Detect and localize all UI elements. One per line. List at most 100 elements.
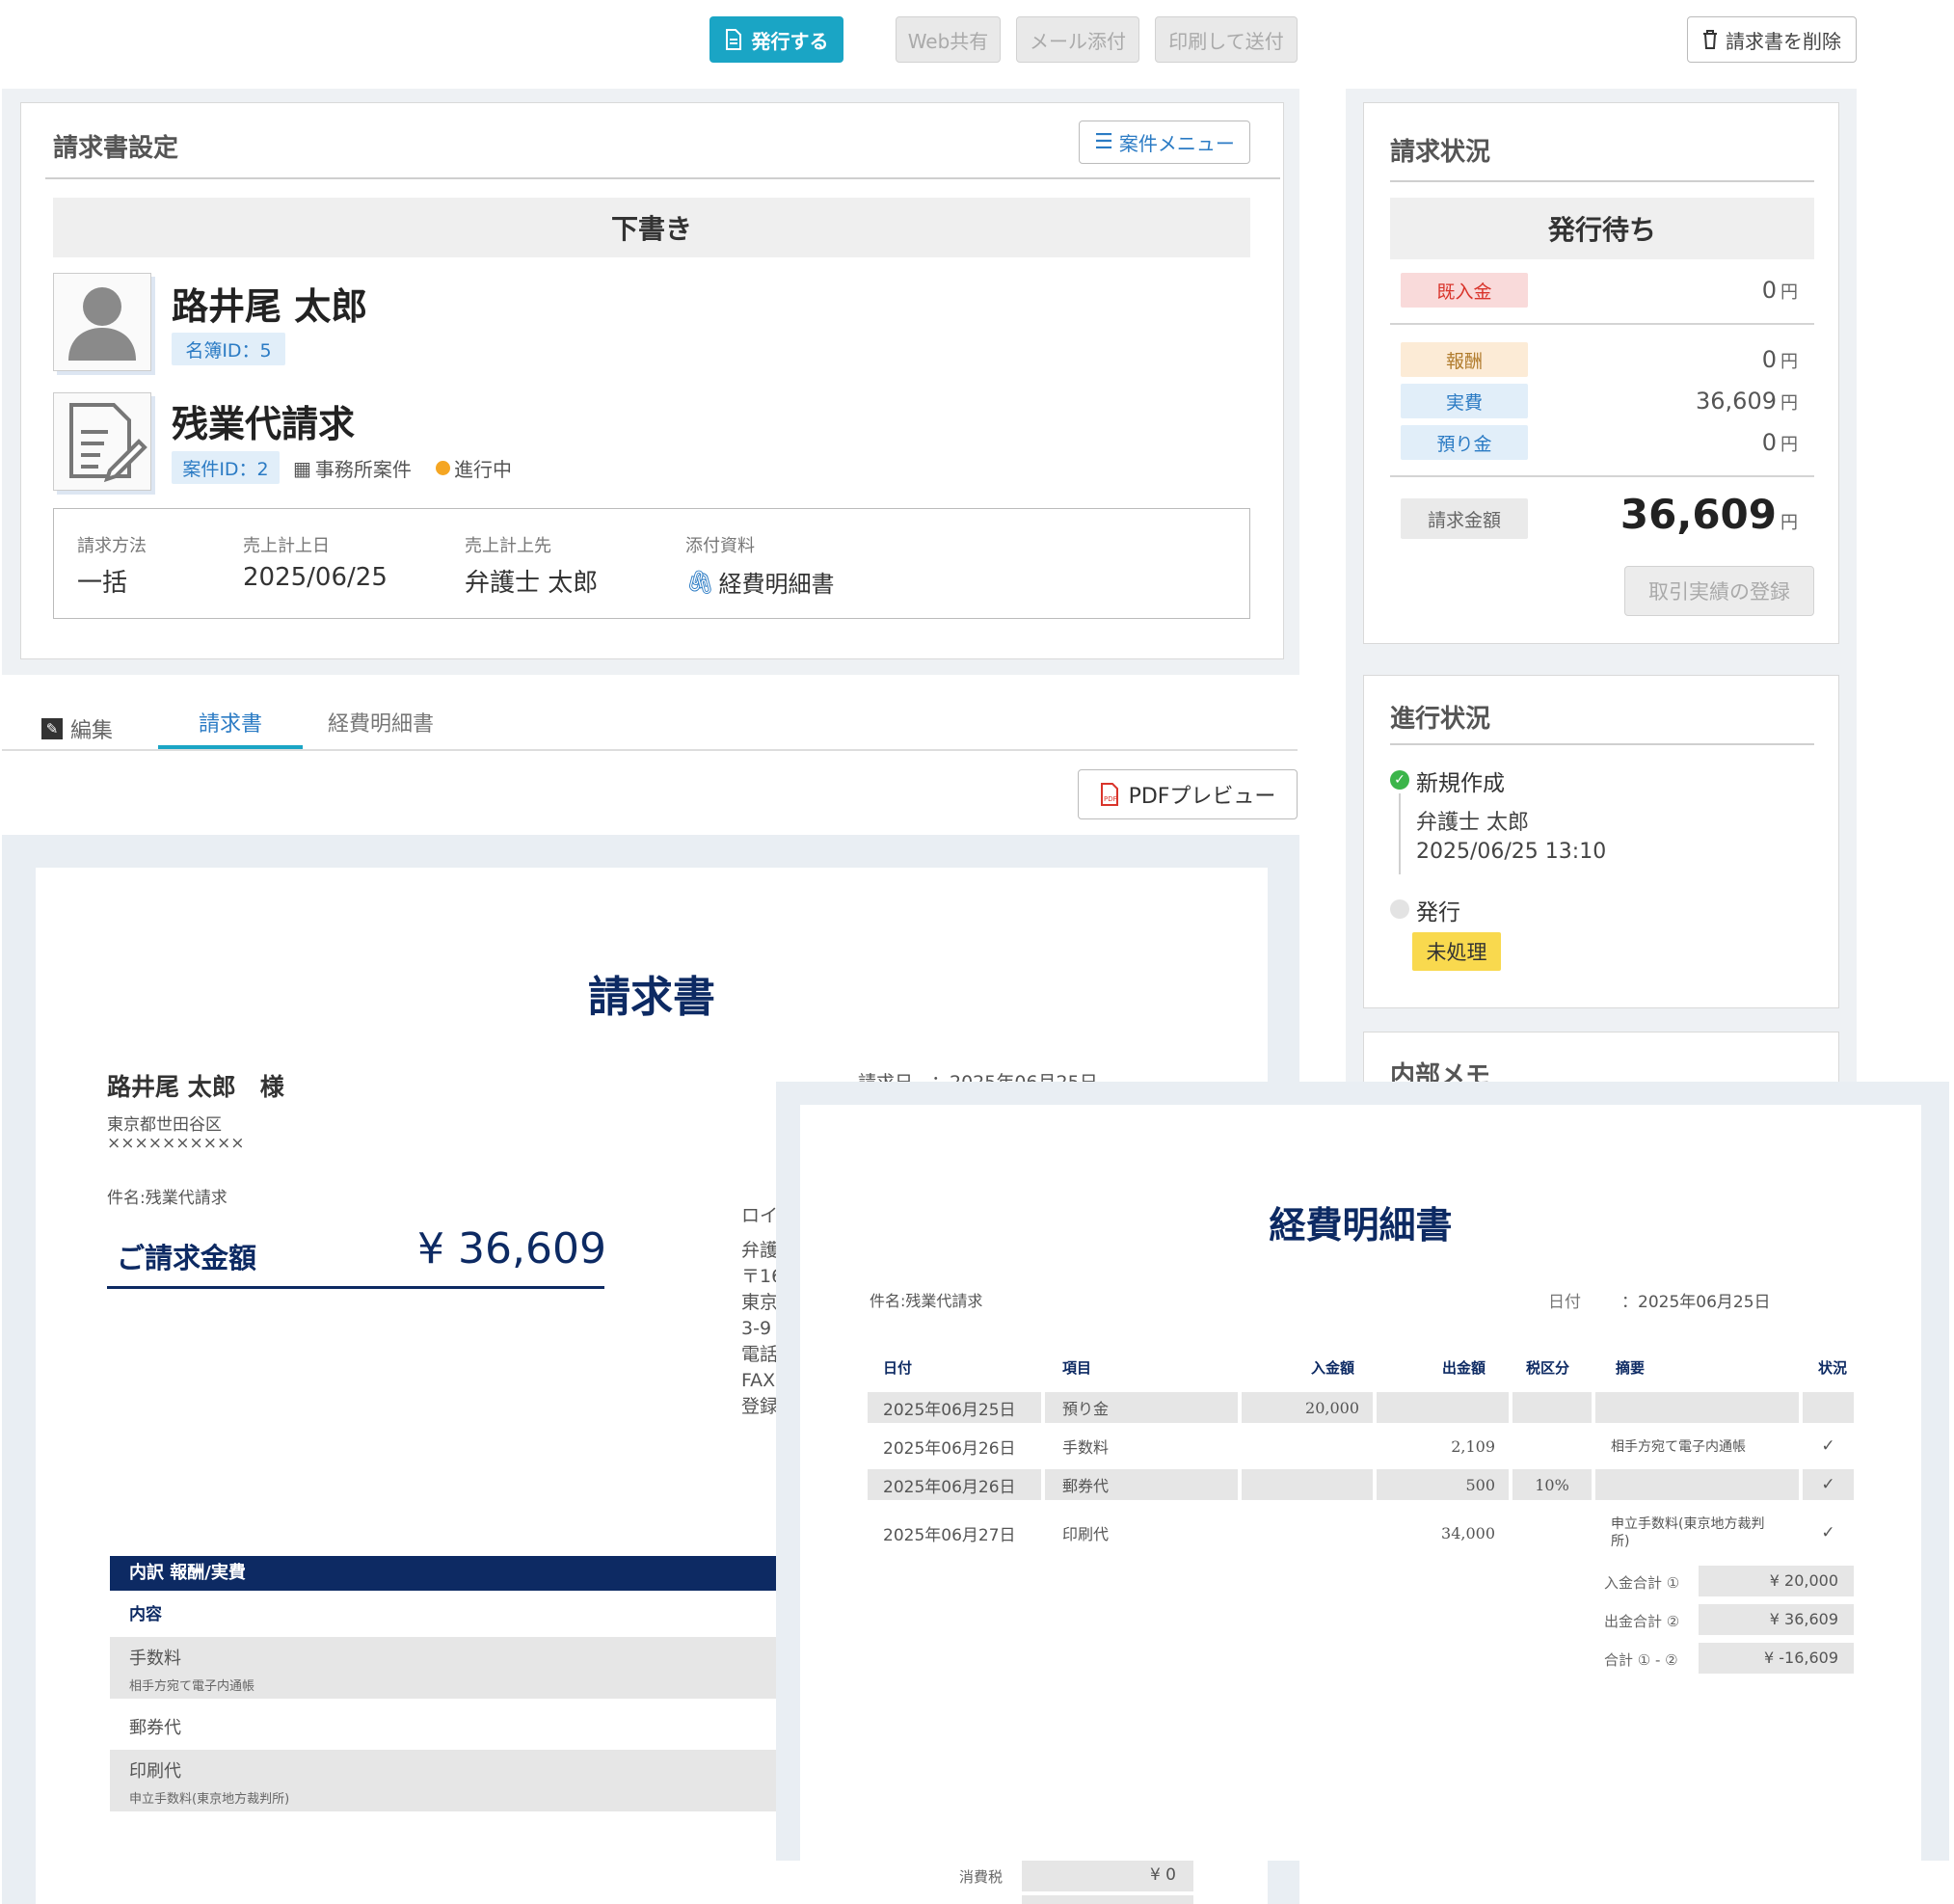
invoice-amount: ¥ 36,609 — [417, 1224, 606, 1274]
document-icon — [725, 29, 741, 50]
tab-invoice[interactable]: 請求書 — [158, 709, 303, 749]
progress-divider — [1390, 743, 1814, 745]
pdf-preview-button[interactable]: PDF PDFプレビュー — [1078, 769, 1298, 819]
total-divider — [1390, 475, 1814, 477]
row-note: 相手方宛て電子内通帳 — [1611, 1439, 1746, 1455]
step-issue-label: 発行 — [1416, 900, 1460, 925]
issue-button[interactable]: 発行する — [709, 16, 843, 63]
row-in-empty — [1242, 1469, 1373, 1500]
tab-edit[interactable]: ✎ 編集 — [41, 709, 113, 749]
tax-label: 消費税 — [959, 1868, 1004, 1886]
tab-edit-label: 編集 — [70, 719, 114, 743]
total-in-value: ¥ 20,000 — [1699, 1566, 1854, 1596]
expense-table-header: 日付 項目 入金額 出金額 税区分 摘要 状況 — [868, 1357, 1854, 1382]
step-created-at: 2025/06/25 13:10 — [1416, 840, 1607, 864]
field-billing-method: 請求方法 一括 — [77, 532, 147, 599]
fee-value: 0 — [1761, 346, 1777, 373]
tab-expense[interactable]: 経費明細書 — [328, 709, 434, 749]
document-edit-icon — [69, 403, 147, 483]
yen-unit: 円 — [1780, 435, 1798, 455]
case-menu-button[interactable]: ☰ 案件メニュー — [1079, 121, 1250, 164]
invoice-title: 請求書 — [588, 973, 715, 1022]
billing-status-card: 請求状況 発行待ち 既入金 0円 報酬 0円 実費 36,609 円 預り金 0円… — [1363, 102, 1839, 644]
total-value: 36,609 — [1619, 491, 1777, 538]
row-date: 2025年06月27日 — [883, 1525, 1016, 1545]
mail-attach-label: メール添付 — [1030, 29, 1126, 53]
pdf-icon: PDF — [1100, 783, 1118, 806]
header-date: 日付 — [883, 1359, 913, 1377]
client-id-tag: 名簿ID：5 — [172, 333, 285, 365]
deposit-value: 0 — [1761, 429, 1777, 456]
row-in: 20,000 — [1242, 1392, 1373, 1423]
billing-state: 発行待ち — [1547, 214, 1656, 246]
received-amount: 0円 — [1762, 277, 1798, 304]
attachment-label: 経費明細書 — [718, 571, 835, 598]
settings-card: 請求書設定 ☰ 案件メニュー 下書き 路井尾 太郎 名簿ID：5 残業代請求 案… — [20, 102, 1284, 659]
row-status: ✓ — [1821, 1436, 1835, 1456]
row-item: 預り金 — [1045, 1392, 1238, 1423]
total-badge: 請求金額 — [1401, 498, 1528, 539]
delete-invoice-button[interactable]: 請求書を削除 — [1687, 16, 1857, 63]
progress-line — [1399, 793, 1401, 874]
field-value: 弁護士 太郎 — [465, 569, 599, 598]
row-note-empty — [1595, 1392, 1799, 1423]
case-type: ▦ 事務所案件 — [293, 454, 412, 482]
yen-unit: 円 — [1780, 282, 1798, 303]
mail-attach-button[interactable]: メール添付 — [1016, 16, 1139, 63]
draft-status: 下書き — [610, 213, 692, 245]
yen-unit: 円 — [1780, 352, 1798, 372]
row-out: 34,000 — [1441, 1523, 1495, 1542]
tax-row-next — [1022, 1895, 1193, 1904]
attachment-link[interactable]: 🖇 経費明細書 — [685, 565, 834, 599]
print-send-button[interactable]: 印刷して送付 — [1155, 16, 1298, 63]
field-sales-date: 売上計上日 2025/06/25 — [243, 532, 388, 592]
row-note-empty — [1595, 1469, 1799, 1500]
expense-subject: 件名:残業代請求 — [870, 1292, 983, 1310]
field-label: 請求方法 — [77, 536, 147, 556]
person-icon — [68, 287, 136, 361]
web-share-button[interactable]: Web共有 — [896, 16, 1001, 63]
header-out: 出金額 — [1442, 1359, 1486, 1377]
field-value: 一括 — [77, 569, 128, 598]
expense-amount: 36,609 円 — [1696, 388, 1798, 415]
progress-title: 進行状況 — [1390, 705, 1491, 734]
settings-title: 請求書設定 — [53, 134, 179, 163]
received-divider — [1390, 323, 1814, 325]
building-icon: ▦ — [293, 456, 311, 480]
web-share-label: Web共有 — [907, 29, 989, 53]
row-status: ✓ — [1803, 1469, 1854, 1500]
invoice-recipient: 路井尾 太郎 様 — [107, 1073, 284, 1101]
invoice-subject: 件名:残業代請求 — [107, 1189, 228, 1208]
total-amount: 36,609 円 — [1620, 491, 1798, 538]
received-badge: 既入金 — [1401, 273, 1528, 308]
row-status: ✓ — [1821, 1523, 1835, 1542]
unprocessed-badge: 未処理 — [1412, 932, 1501, 971]
tax-value-label: ¥ 0 — [1149, 1865, 1176, 1885]
delete-label: 請求書を削除 — [1726, 29, 1841, 53]
expense-date-value: ：2025年06月25日 — [1621, 1293, 1771, 1312]
status-dot-icon — [436, 461, 450, 475]
field-label: 添付資料 — [685, 536, 755, 556]
field-value: 2025/06/25 — [243, 563, 388, 592]
row-date: 2025年06月26日 — [868, 1469, 1041, 1500]
row-date: 2025年06月26日 — [883, 1438, 1016, 1459]
check-circle-icon: ✓ — [1390, 770, 1409, 790]
row-tax-empty — [1512, 1392, 1592, 1423]
expense-row: 2025年06月25日 預り金 20,000 — [868, 1392, 1854, 1423]
row-tax: 10% — [1512, 1469, 1592, 1500]
row-out: 500 — [1377, 1469, 1509, 1500]
tab-expense-label: 経費明細書 — [328, 712, 435, 737]
menu-icon: ☰ — [1094, 130, 1113, 154]
expense-badge: 実費 — [1401, 384, 1528, 418]
header-in: 入金額 — [1311, 1359, 1355, 1377]
client-name: 路井尾 太郎 — [172, 285, 368, 328]
row-note: 申立手数料(東京地方裁判所) — [1611, 1516, 1765, 1549]
svg-text:PDF: PDF — [1104, 795, 1117, 803]
draft-status-bar: 下書き — [53, 198, 1250, 257]
register-transaction-button[interactable]: 取引実績の登録 — [1624, 566, 1814, 616]
total-diff-row: 合計 ① - ② ¥ -16,609 — [1589, 1643, 1854, 1674]
edit-icon: ✎ — [41, 718, 63, 739]
billing-state-bar: 発行待ち — [1390, 198, 1814, 259]
row-date: 2025年06月25日 — [868, 1392, 1041, 1423]
expense-row: 2025年06月26日 郵券代 500 10% ✓ — [868, 1469, 1854, 1500]
